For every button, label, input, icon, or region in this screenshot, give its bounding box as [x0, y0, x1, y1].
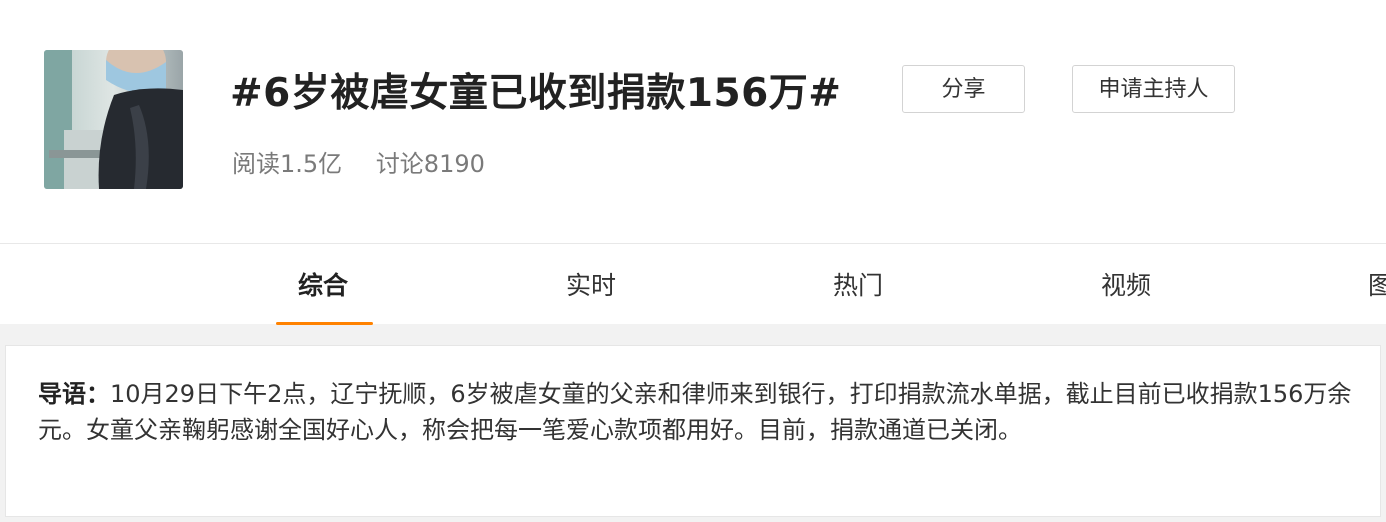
intro-body: 10月29日下午2点，辽宁抚顺，6岁被虐女童的父亲和律师来到银行，打印捐款流水单…: [38, 380, 1352, 444]
topic-intro: 导语：10月29日下午2点，辽宁抚顺，6岁被虐女童的父亲和律师来到银行，打印捐款…: [38, 376, 1353, 448]
intro-label: 导语：: [38, 380, 110, 408]
topic-stats: 阅读1.5亿 讨论8190: [232, 144, 511, 179]
read-count: 阅读1.5亿: [232, 150, 343, 178]
topic-cover-photo: [44, 50, 183, 189]
apply-host-button[interactable]: 申请主持人: [1072, 65, 1235, 113]
topic-title: #6岁被虐女童已收到捐款156万#: [230, 71, 842, 116]
tab-hot[interactable]: 热门: [833, 266, 883, 302]
tab-image[interactable]: 图: [1368, 266, 1386, 302]
topic-cover-image[interactable]: [44, 50, 183, 189]
topic-intro-card: 导语：10月29日下午2点，辽宁抚顺，6岁被虐女童的父亲和律师来到银行，打印捐款…: [5, 345, 1381, 517]
tab-comprehensive[interactable]: 综合: [298, 266, 348, 302]
tab-realtime[interactable]: 实时: [566, 266, 616, 302]
topic-tabs: 综合 实时 热门 视频 图: [0, 244, 1386, 325]
share-button[interactable]: 分享: [902, 65, 1025, 113]
active-tab-indicator: [276, 322, 373, 325]
tab-video[interactable]: 视频: [1101, 266, 1151, 302]
discussion-count: 讨论8190: [375, 150, 485, 178]
topic-header: #6岁被虐女童已收到捐款156万# 阅读1.5亿 讨论8190 分享 申请主持人: [0, 0, 1386, 244]
